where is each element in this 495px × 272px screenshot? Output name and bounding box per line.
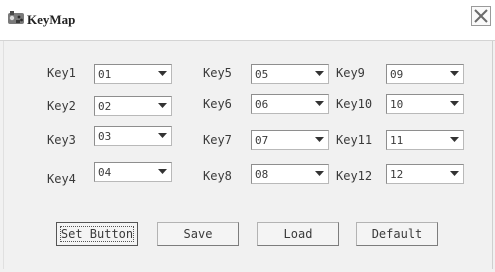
key4-label: Key4 <box>47 172 76 186</box>
key7-select[interactable]: 07 <box>251 130 329 150</box>
key6-label: Key6 <box>203 97 232 111</box>
key10-select[interactable]: 10 <box>386 94 464 114</box>
load-button[interactable]: Load <box>257 222 339 246</box>
key5-value: 05 <box>255 68 269 81</box>
key1-label: Key1 <box>47 66 76 80</box>
dropdown-arrow-icon[interactable] <box>155 128 170 144</box>
key5-label: Key5 <box>203 66 232 80</box>
dropdown-arrow-icon[interactable] <box>155 98 170 114</box>
key7-label: Key7 <box>203 133 232 147</box>
dropdown-arrow-icon[interactable] <box>312 66 327 82</box>
key10-label: Key10 <box>336 97 373 111</box>
key9-value: 09 <box>390 68 404 81</box>
key12-label: Key12 <box>336 169 373 183</box>
set-button-label: Set Button <box>60 227 134 241</box>
key2-label: Key2 <box>47 99 76 113</box>
key8-value: 08 <box>255 168 269 181</box>
dropdown-arrow-icon[interactable] <box>312 132 327 148</box>
joystick-icon <box>7 9 25 27</box>
dropdown-arrow-icon[interactable] <box>447 66 462 82</box>
key3-label: Key3 <box>47 133 76 147</box>
save-button[interactable]: Save <box>157 222 239 246</box>
key1-select[interactable]: 01 <box>94 64 172 84</box>
key3-select[interactable]: 03 <box>94 126 172 146</box>
key4-select[interactable]: 04 <box>94 162 172 182</box>
key1-value: 01 <box>98 68 112 81</box>
dropdown-arrow-icon[interactable] <box>312 96 327 112</box>
key11-select[interactable]: 11 <box>386 130 464 150</box>
key11-value: 11 <box>390 134 404 147</box>
load-button-label: Load <box>283 227 313 241</box>
key9-select[interactable]: 09 <box>386 64 464 84</box>
key6-select[interactable]: 06 <box>251 94 329 114</box>
keymap-window: KeyMap Key1 01 Key2 02 Key3 03 Key4 04 K… <box>0 0 495 272</box>
key8-select[interactable]: 08 <box>251 164 329 184</box>
dropdown-arrow-icon[interactable] <box>447 132 462 148</box>
key12-select[interactable]: 12 <box>386 164 464 184</box>
key2-select[interactable]: 02 <box>94 96 172 116</box>
dropdown-arrow-icon[interactable] <box>155 66 170 82</box>
key11-label: Key11 <box>336 133 373 147</box>
default-button[interactable]: Default <box>356 222 438 246</box>
save-button-label: Save <box>183 227 213 241</box>
dropdown-arrow-icon[interactable] <box>312 166 327 182</box>
set-button[interactable]: Set Button <box>56 222 138 246</box>
dropdown-arrow-icon[interactable] <box>155 164 170 180</box>
window-title: KeyMap <box>27 12 76 27</box>
key12-value: 12 <box>390 168 404 181</box>
key9-label: Key9 <box>336 66 365 80</box>
key4-value: 04 <box>98 166 112 179</box>
key6-value: 06 <box>255 98 269 111</box>
dropdown-arrow-icon[interactable] <box>447 166 462 182</box>
title-bar[interactable]: KeyMap <box>0 0 495 41</box>
default-button-label: Default <box>371 227 423 241</box>
close-button[interactable] <box>471 6 491 26</box>
dropdown-arrow-icon[interactable] <box>447 96 462 112</box>
close-icon <box>474 9 488 23</box>
key3-value: 03 <box>98 130 112 143</box>
key7-value: 07 <box>255 134 269 147</box>
key8-label: Key8 <box>203 169 232 183</box>
key10-value: 10 <box>390 98 404 111</box>
key2-value: 02 <box>98 100 112 113</box>
key5-select[interactable]: 05 <box>251 64 329 84</box>
